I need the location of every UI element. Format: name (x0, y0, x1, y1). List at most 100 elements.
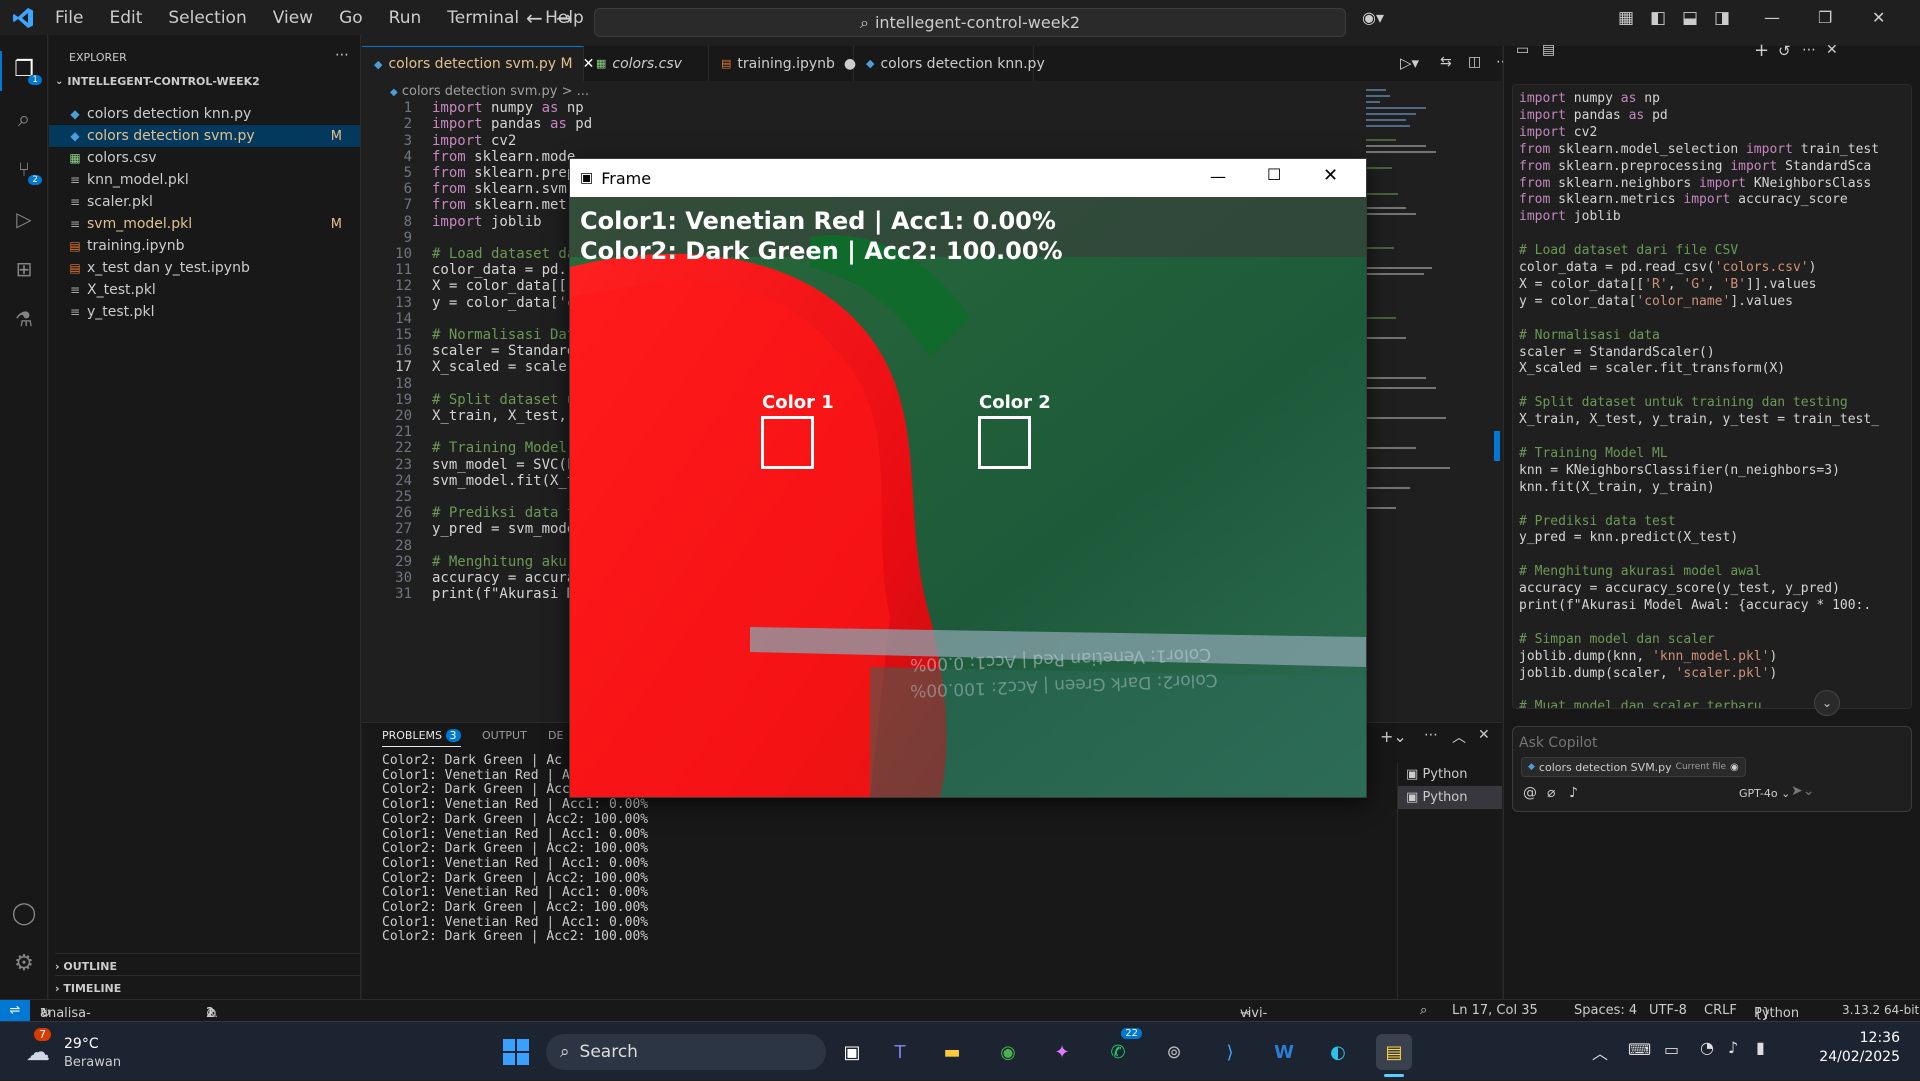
windows-start-icon[interactable] (498, 1034, 534, 1070)
python-version[interactable]: 3.13.2 64-bit (1842, 1003, 1919, 1017)
chevron-up-icon[interactable]: ︿ (1592, 1040, 1608, 1064)
taskbar-search[interactable]: ⌕ Search (546, 1034, 826, 1070)
file-item[interactable]: ≡ knn_model.pkl (49, 169, 360, 191)
file-item[interactable]: ≡ X_test.pkl (49, 279, 360, 301)
file-item[interactable]: ▤ x_test dan y_test.ipynb (49, 257, 360, 279)
gear-icon[interactable]: ⚙ (10, 949, 38, 977)
chat-icon[interactable]: ▭ (1516, 42, 1529, 58)
file-item[interactable]: ◆ colors detection knn.py (49, 103, 360, 125)
timeline-section[interactable]: › TIMELINE (55, 975, 360, 995)
compare-changes-icon[interactable]: ⇆ (1440, 54, 1452, 70)
explorer-icon[interactable]: ❐ 1 (10, 55, 42, 85)
python-window-icon[interactable]: ▤ (1376, 1034, 1412, 1070)
maximize-icon[interactable]: ☐ (1267, 165, 1281, 184)
history-icon[interactable]: ↺ (1778, 42, 1791, 60)
extensions-icon[interactable]: ⊞ (10, 255, 38, 283)
display-icon[interactable]: ▭ (1664, 1040, 1679, 1059)
tab-colors-csv[interactable]: ▦ colors.csv (584, 46, 709, 81)
terminal-item-active[interactable]: ▣ Python (1398, 786, 1502, 809)
breadcrumb[interactable]: ◆ colors detection svm.py > ... (390, 84, 589, 99)
close-panel-icon[interactable]: ✕ (1478, 727, 1490, 743)
close-icon[interactable]: ✕ (1872, 8, 1885, 27)
copilot-icon[interactable]: ◉▾ (1362, 8, 1384, 27)
terminal-item[interactable]: ▣ Python (1398, 763, 1502, 786)
toggle-panel-icon[interactable]: ⬓ (1682, 8, 1698, 28)
file-item[interactable]: ≡ y_test.pkl (49, 301, 360, 323)
run-debug-icon[interactable]: ▷ (10, 205, 38, 233)
more-actions-icon[interactable]: ⋯ (1424, 727, 1438, 743)
send-icon[interactable]: ➤⌄ (1791, 783, 1814, 799)
minimap[interactable] (1364, 87, 1454, 607)
remote-indicator[interactable]: ⇌ (0, 1000, 30, 1022)
account-icon[interactable]: ◯ (10, 899, 38, 927)
encoding[interactable]: UTF-8 (1649, 1003, 1687, 1018)
indentation[interactable]: Spaces: 4 (1574, 1003, 1637, 1018)
line-ending[interactable]: CRLF (1704, 1003, 1737, 1018)
tab-colors-detection-svm[interactable]: ◆ colors detection svm.py M ✕ (362, 46, 594, 81)
tab-colors-detection-knn[interactable]: ◆ colors detection knn.py (854, 46, 1045, 81)
battery-icon[interactable]: ▮ (1756, 1038, 1765, 1057)
menu-selection[interactable]: Selection (168, 8, 246, 28)
back-arrow-icon[interactable]: ← (526, 6, 543, 30)
clock[interactable]: 12:36 24/02/2025 (1800, 1030, 1900, 1065)
new-chat-icon[interactable]: + (1754, 40, 1769, 61)
forward-arrow-icon[interactable]: → (556, 6, 573, 30)
edits-icon[interactable]: ▤ (1542, 42, 1555, 58)
chrome-icon[interactable]: ◉ (990, 1034, 1026, 1070)
word-icon[interactable]: W (1266, 1034, 1302, 1070)
folder-header[interactable]: ⌄ INTELLEGENT-CONTROL-WEEK2 (55, 75, 260, 88)
menu-go[interactable]: Go (339, 8, 363, 28)
frame-title-bar[interactable]: ▣ Frame — ☐ ✕ (570, 159, 1366, 197)
menu-file[interactable]: File (55, 8, 83, 28)
close-icon[interactable]: ✕ (1826, 42, 1838, 58)
mention-icon[interactable]: @ (1523, 785, 1537, 801)
keyboard-icon[interactable]: ⌨ (1628, 1040, 1651, 1059)
teams-icon[interactable]: T (882, 1034, 918, 1070)
close-icon[interactable]: ✕ (1323, 165, 1338, 186)
search-icon[interactable]: ⌕ (10, 105, 38, 133)
file-item[interactable]: ▤ training.ipynb (49, 235, 360, 257)
context-file-chip[interactable]: ◆ colors detection SVM.py Current file ◉ (1521, 757, 1746, 777)
layout-customize-icon[interactable]: ▦ (1618, 8, 1634, 28)
restore-icon[interactable]: ❐ (1818, 8, 1832, 27)
weather-widget[interactable]: ☁ 7 29°C Berawan (20, 1028, 160, 1076)
zoom-icon[interactable]: ⌕ (1420, 1003, 1427, 1018)
outline-section[interactable]: › OUTLINE (55, 953, 360, 973)
source-control-icon[interactable]: ⑂ 2 (10, 155, 42, 185)
command-center-search[interactable]: ⌕ intellegent-control-week2 (594, 8, 1346, 37)
tab-training-ipynb[interactable]: ▤ training.ipynb ● (709, 46, 856, 81)
minimize-icon[interactable]: — (1210, 167, 1226, 186)
testing-icon[interactable]: ⚗ (10, 305, 38, 333)
scrollbar-thumb[interactable] (1494, 431, 1500, 461)
file-item[interactable]: ≡ svm_model.pkl M (49, 213, 360, 235)
whatsapp-icon[interactable]: ✆ 22 (1100, 1028, 1142, 1070)
edge-icon[interactable]: ◐ (1320, 1034, 1356, 1070)
attach-icon[interactable]: ⌀ (1547, 785, 1555, 801)
minimize-icon[interactable]: — (1764, 8, 1780, 27)
model-picker[interactable]: GPT-4o ⌄ (1739, 787, 1790, 800)
cursor-position[interactable]: Ln 17, Col 35 (1452, 1003, 1538, 1018)
eye-icon[interactable]: ◉ (1730, 762, 1739, 773)
file-item[interactable]: ▦ colors.csv (49, 147, 360, 169)
microphone-icon[interactable]: ♪ (1569, 785, 1578, 801)
menu-view[interactable]: View (273, 8, 313, 28)
app-icon[interactable]: ⊚ (1156, 1034, 1192, 1070)
scroll-down-icon[interactable]: ⌄ (1814, 690, 1840, 716)
panel-tab-problems[interactable]: PROBLEMS 3 (382, 729, 461, 747)
wifi-icon[interactable]: ◔ (1700, 1038, 1714, 1057)
more-actions-icon[interactable]: ⋯ (335, 47, 349, 63)
task-view-icon[interactable]: ▣ (834, 1034, 870, 1070)
vscode-taskbar-icon[interactable]: ⟩ (1212, 1034, 1248, 1070)
file-explorer-icon[interactable]: ▬ (934, 1034, 970, 1070)
ask-copilot-box[interactable]: ◆ colors detection SVM.py Current file ◉… (1512, 726, 1912, 812)
sync-icon[interactable]: ↻ (40, 1006, 51, 1021)
maximize-panel-icon[interactable]: ︿ (1452, 727, 1466, 747)
menu-run[interactable]: Run (389, 8, 422, 28)
file-item[interactable]: ≡ scaler.pkl (49, 191, 360, 213)
ask-copilot-input[interactable] (1519, 733, 1899, 753)
file-item-selected[interactable]: ◆ colors detection svm.py M (49, 125, 360, 147)
copilot-app-icon[interactable]: ✦ (1044, 1034, 1080, 1070)
split-editor-icon[interactable]: ◫ (1468, 54, 1481, 70)
opencv-frame-window[interactable]: ▣ Frame — ☐ ✕ Color1: Venetian Red | Acc… (569, 158, 1367, 798)
panel-tab-debug[interactable]: DE (548, 729, 563, 742)
